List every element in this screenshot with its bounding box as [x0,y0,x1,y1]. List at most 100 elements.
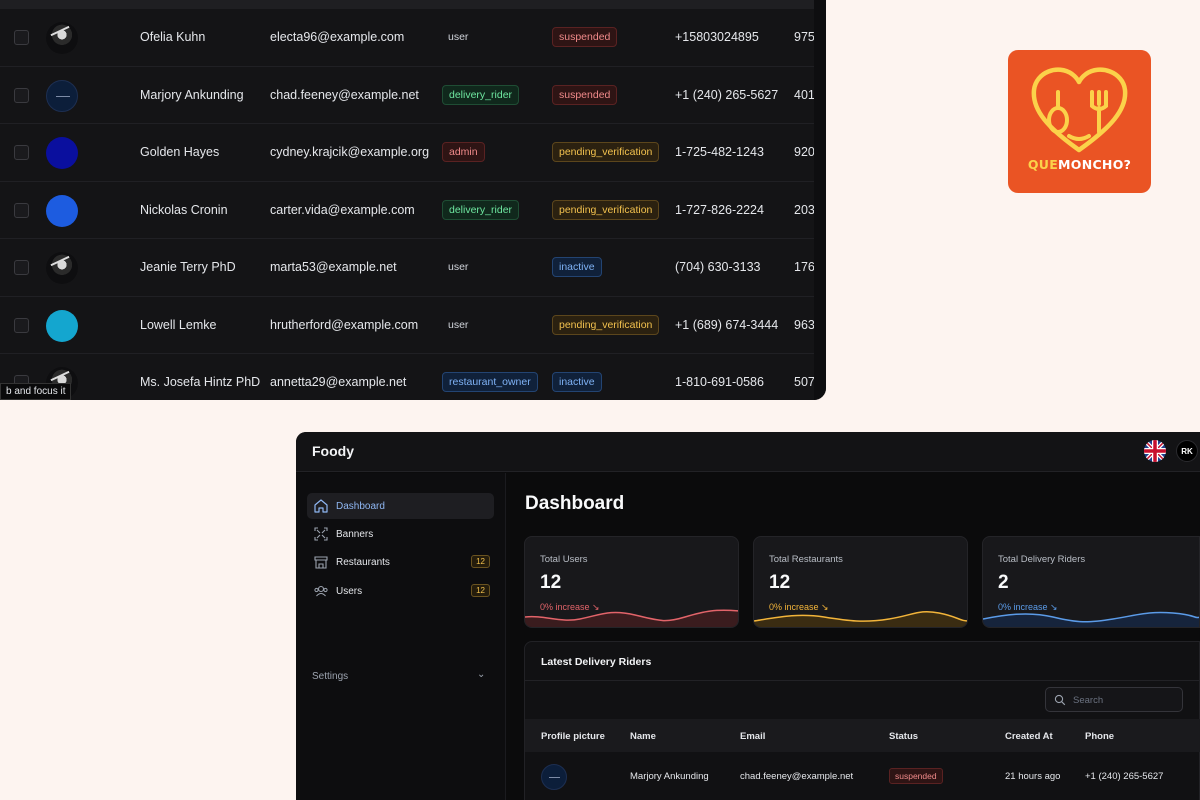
role-label: user [448,318,469,331]
table-row[interactable]: Lowell Lemke hrutherford@example.com use… [0,297,814,354]
status-badge: suspended [889,768,943,784]
row-checkbox[interactable] [14,30,29,45]
heart-utensils-icon [1031,67,1128,153]
table-row[interactable]: Nickolas Cronin carter.vida@example.com … [0,182,814,239]
avatar [541,764,567,790]
user-email: hrutherford@example.com [270,317,419,332]
table-row[interactable]: Golden Hayes cydney.krajcik@example.org … [0,124,814,182]
scrollbar[interactable] [814,0,826,400]
user-phone: +1 (240) 265-5627 [675,87,779,102]
dashboard-window: Foody RK Dashboard Banners Restaurants 1… [296,432,1200,800]
sparkline [754,610,967,627]
sidebar-item-label: Dashboard [336,501,385,512]
count-badge: 12 [471,555,490,568]
sidebar-item-label: Banners [336,529,374,540]
expand-icon [314,527,328,541]
user-email: annetta29@example.net [270,375,407,389]
tooltip: b and focus it [0,383,72,400]
sidebar: Dashboard Banners Restaurants 12 Users 1… [296,473,506,800]
status-badge: pending_verification [552,142,660,162]
avatar [46,22,78,54]
user-name: Marjory Ankunding [140,87,244,102]
main-content: Dashboard Total Users 12 0% increase ↘ T… [507,473,1200,800]
stat-title: Total Users [540,554,588,565]
user-phone: +15803024895 [675,30,759,44]
column-header[interactable]: Phone [1085,731,1114,742]
column-header[interactable]: Status [889,731,918,742]
sidebar-item-label: Restaurants [336,557,390,568]
role-label: user [448,261,469,273]
role-badge: admin [442,142,485,162]
table-row[interactable]: Marjory Ankunding chad.feeney@example.ne… [0,67,814,124]
truncated-cell: 176 [794,260,814,274]
truncated-cell: 401 [794,87,814,102]
quemoncho-logo: QUEMONCHO? [1008,50,1151,193]
status-badge: pending_verification [552,314,660,335]
table-row[interactable]: Ofelia Kuhn electa96@example.com user su… [0,9,814,67]
user-avatar[interactable]: RK [1176,440,1198,462]
user-email: carter.vida@example.com [270,202,415,217]
role-badge: restaurant_owner [442,372,538,392]
stat-title: Total Restaurants [769,554,843,565]
user-phone: 1-725-482-1243 [675,145,764,159]
stat-card-delivery-riders: Total Delivery Riders 2 0% increase ↘ [982,536,1200,628]
user-email: marta53@example.net [270,260,397,274]
sidebar-item-label: Users [336,586,363,597]
column-header[interactable]: Created At [1005,731,1053,742]
row-checkbox[interactable] [14,145,29,160]
truncated-cell: 920 [794,145,814,159]
sidebar-item-users[interactable]: Users 12 [307,578,494,604]
status-badge: inactive [552,257,602,277]
column-header[interactable]: Email [740,731,765,742]
brand-name[interactable]: Foody [312,443,354,459]
row-checkbox[interactable] [14,202,29,218]
latest-delivery-riders-panel: Latest Delivery Riders Search Profile pi… [524,641,1200,800]
sparkline [983,611,1199,627]
store-icon [314,556,328,569]
stat-value: 12 [769,572,791,593]
logo-wordmark: QUEMONCHO? [1008,157,1151,172]
stat-card-restaurants: Total Restaurants 12 0% increase ↘ [753,536,968,628]
search-input[interactable]: Search [1045,687,1183,712]
row-checkbox[interactable] [14,87,29,103]
row-checkbox[interactable] [14,260,29,275]
user-email: electa96@example.com [270,30,405,44]
stat-card-users: Total Users 12 0% increase ↘ [524,536,739,628]
avatar [46,137,78,169]
table-row[interactable]: Jeanie Terry PhD marta53@example.net use… [0,239,814,297]
column-header[interactable]: Profile picture [541,731,605,742]
settings-section-toggle[interactable]: Settings [312,671,348,682]
row-checkbox[interactable] [14,317,29,333]
role-badge: delivery_rider [442,84,520,105]
search-icon [1054,694,1066,706]
table-row[interactable]: Ms. Josefa Hintz PhD annetta29@example.n… [0,354,814,400]
home-icon [314,499,328,513]
uk-flag-icon[interactable] [1144,440,1166,462]
table-row[interactable]: Marjory Ankunding chad.feeney@example.ne… [525,753,1200,800]
column-header[interactable]: Name [630,731,656,742]
page-title: Dashboard [525,493,625,514]
truncated-cell: 963 [794,317,814,332]
panel-title: Latest Delivery Riders [541,656,652,668]
rider-email: chad.feeney@example.net [740,771,854,782]
user-name: Jeanie Terry PhD [140,260,236,274]
truncated-cell: 975 [794,30,814,44]
logo-text-que: QUE [1027,157,1059,172]
sidebar-item-restaurants[interactable]: Restaurants 12 [307,549,494,575]
sidebar-item-dashboard[interactable]: Dashboard [307,493,494,519]
table-header: Profile picture Name Email Status Create… [525,719,1200,752]
role-label: user [448,31,469,43]
role-badge: delivery_rider [442,199,520,220]
truncated-cell: 203 [794,202,814,217]
user-phone: +1 (689) 674-3444 [675,317,779,332]
sidebar-item-banners[interactable]: Banners [307,521,494,547]
user-email: cydney.krajcik@example.org [270,145,430,159]
avatar [46,194,78,227]
avatar [46,309,78,342]
chevron-down-icon[interactable]: ⌄ [477,669,485,680]
status-badge: pending_verification [552,199,660,220]
stat-value: 2 [998,572,1009,593]
truncated-cell: 507 [794,375,814,389]
status-badge: inactive [552,372,602,392]
sparkline [525,609,738,627]
